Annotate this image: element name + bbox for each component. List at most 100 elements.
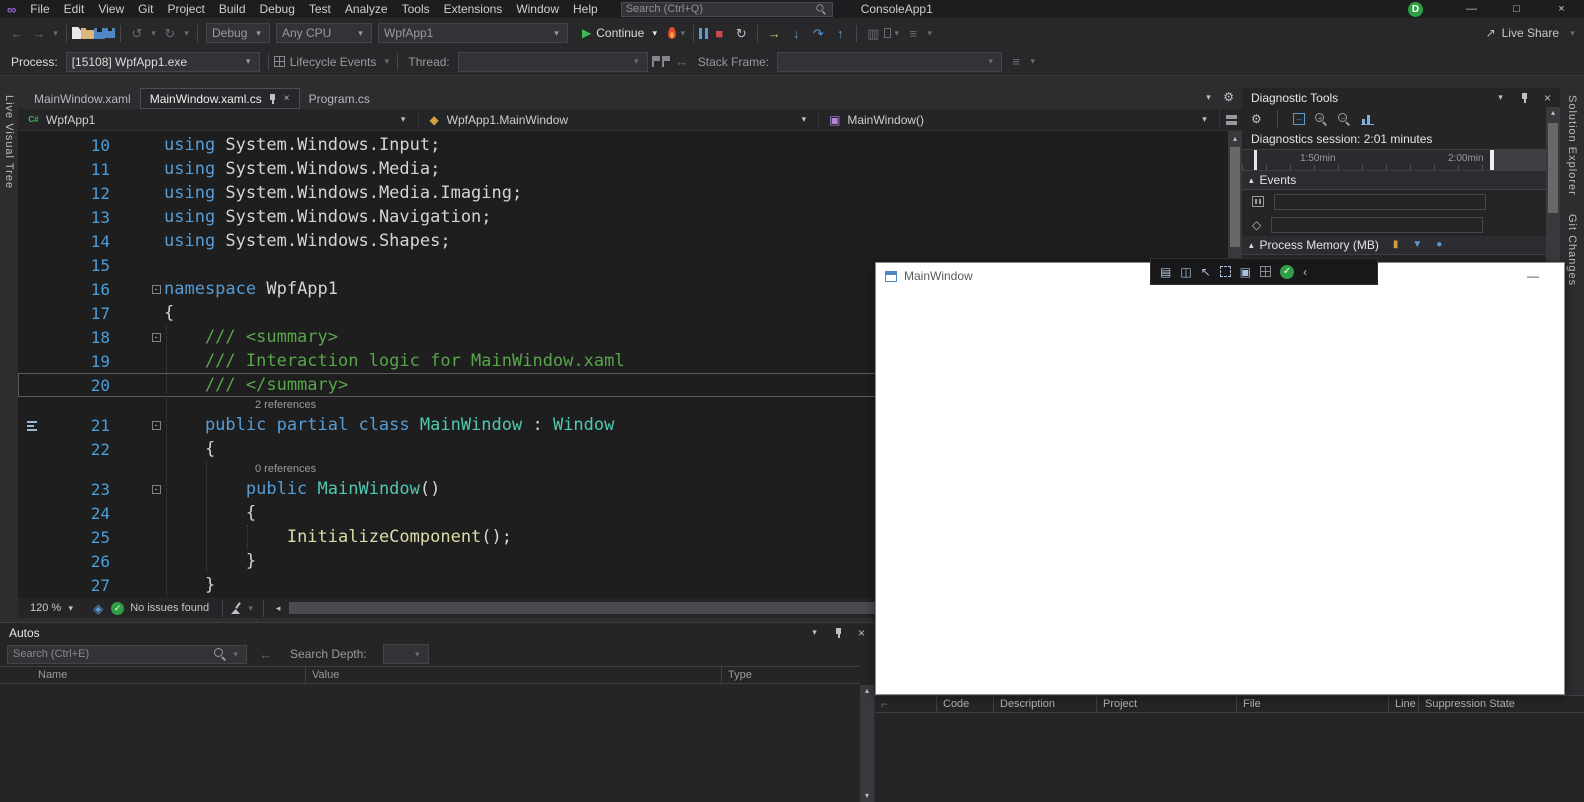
- navigate-dropdown-icon[interactable]: [50, 28, 61, 39]
- lifecycle-dropdown-icon[interactable]: [381, 56, 392, 67]
- menu-project[interactable]: Project: [160, 0, 211, 18]
- back-arrow-icon[interactable]: ←: [255, 643, 277, 665]
- bookmark-icon[interactable]: [884, 28, 892, 38]
- stack-frame-dropdown-icon[interactable]: [1027, 56, 1038, 67]
- quick-search[interactable]: Search (Ctrl+Q): [620, 1, 833, 17]
- open-file-icon[interactable]: [81, 27, 94, 39]
- autos-grid-body[interactable]: [0, 685, 860, 802]
- events-track[interactable]: [1274, 193, 1486, 210]
- layout-adorners-icon[interactable]: [1219, 266, 1231, 277]
- step-out-icon[interactable]: ↑: [829, 22, 851, 44]
- editor-info-icon[interactable]: ◈: [87, 597, 109, 619]
- account-avatar[interactable]: D: [1408, 1, 1423, 17]
- window-position-icon[interactable]: [809, 627, 820, 638]
- breakpoint-margin[interactable]: [18, 229, 46, 253]
- menu-view[interactable]: View: [91, 0, 131, 18]
- restart-icon[interactable]: ↻: [730, 22, 752, 44]
- live-visual-tree-icon[interactable]: ▤: [1160, 266, 1171, 278]
- autos-scrollbar[interactable]: ▴ ▾: [860, 685, 874, 802]
- undo-dropdown-icon[interactable]: [148, 28, 159, 39]
- lifecycle-events-label[interactable]: Lifecycle Events: [290, 55, 377, 69]
- solution-platform-combo[interactable]: Any CPU: [276, 23, 372, 43]
- export-icon[interactable]: [1292, 113, 1305, 125]
- step-into-icon[interactable]: ↓: [785, 22, 807, 44]
- menu-debug[interactable]: Debug: [253, 0, 302, 18]
- continue-dropdown-icon[interactable]: [649, 28, 660, 39]
- breakpoint-margin[interactable]: [18, 413, 46, 437]
- editor-options-gear-icon[interactable]: ⚙: [1223, 91, 1234, 103]
- menu-tools[interactable]: Tools: [395, 0, 437, 18]
- hot-reload-dropdown-icon[interactable]: [677, 28, 688, 39]
- show-next-statement-icon[interactable]: →: [763, 22, 785, 44]
- chart-icon[interactable]: [1360, 114, 1374, 125]
- hot-reload-icon[interactable]: [667, 26, 677, 40]
- tab-Program.cs[interactable]: Program.cs: [300, 88, 379, 109]
- toolbar-options-icon[interactable]: [1567, 28, 1578, 39]
- search-depth-combo[interactable]: [382, 644, 429, 664]
- autos-column-name[interactable]: Name: [0, 667, 306, 683]
- flag-threads-icon[interactable]: [651, 56, 661, 67]
- autos-titlebar[interactable]: Autos ×: [0, 623, 874, 642]
- pin-icon[interactable]: [1520, 92, 1530, 104]
- breakpoint-margin[interactable]: [18, 549, 46, 573]
- maximize-icon[interactable]: □: [1494, 0, 1539, 18]
- error-column-line[interactable]: Line: [1389, 696, 1419, 712]
- breakpoint-margin[interactable]: [18, 437, 46, 461]
- tab-MainWindow.xaml.cs[interactable]: MainWindow.xaml.cs ×: [139, 88, 300, 109]
- active-files-dropdown-icon[interactable]: [1203, 92, 1214, 103]
- timeline-ruler[interactable]: 1:50min 2:00min: [1242, 149, 1546, 171]
- redo-dropdown-icon[interactable]: [181, 28, 192, 39]
- breakpoint-margin[interactable]: [18, 597, 46, 598]
- scrollbar-thumb[interactable]: [1548, 123, 1558, 213]
- app-client-area[interactable]: [876, 289, 1564, 694]
- select-element-icon[interactable]: ↖: [1201, 266, 1211, 278]
- mainwindow-app[interactable]: MainWindow —: [875, 262, 1565, 695]
- breakpoint-margin[interactable]: [18, 157, 46, 181]
- continue-button[interactable]: ▶ Continue: [575, 22, 667, 44]
- lifecycle-events-icon[interactable]: [273, 56, 285, 67]
- error-column-project[interactable]: Project: [1097, 696, 1237, 712]
- breakpoint-margin[interactable]: [18, 133, 46, 157]
- settings-gear-icon[interactable]: ⚙: [1251, 113, 1262, 125]
- breakpoint-margin[interactable]: [18, 349, 46, 373]
- startup-project-combo[interactable]: WpfApp1: [378, 23, 568, 43]
- severity-column[interactable]: ⌐: [875, 696, 937, 712]
- autos-column-type[interactable]: Type: [722, 667, 860, 683]
- error-column-file[interactable]: File: [1237, 696, 1389, 712]
- save-all-icon[interactable]: [105, 28, 115, 38]
- task-list-icon[interactable]: ≡: [902, 22, 924, 44]
- break-all-icon[interactable]: [699, 27, 709, 39]
- filter-icon[interactable]: ▼: [1412, 240, 1422, 250]
- events-track[interactable]: [1271, 216, 1484, 233]
- breakpoint-margin[interactable]: [18, 573, 46, 597]
- tool-tab-live-visual-tree[interactable]: Live Visual Tree: [3, 95, 15, 189]
- tool-tab-solution-explorer[interactable]: Solution Explorer: [1566, 95, 1578, 196]
- breakpoint-margin[interactable]: [18, 325, 46, 349]
- scroll-up-icon[interactable]: ▴: [865, 687, 869, 695]
- pin-icon[interactable]: [834, 627, 844, 639]
- error-list-body[interactable]: [875, 713, 1584, 802]
- stop-debugging-icon[interactable]: ■: [708, 22, 730, 44]
- stack-frame-combo[interactable]: [777, 51, 1003, 72]
- close-icon[interactable]: ×: [1539, 0, 1584, 18]
- error-column-description[interactable]: Description: [994, 696, 1097, 712]
- breakpoint-margin[interactable]: [18, 181, 46, 205]
- collapse-icon[interactable]: ‹: [1303, 266, 1307, 278]
- tool-tab-git-changes[interactable]: Git Changes: [1566, 214, 1578, 286]
- diagnostics-titlebar[interactable]: Diagnostic Tools ×: [1242, 88, 1560, 107]
- navigate-forward-icon[interactable]: →: [28, 22, 50, 44]
- track-focus-icon[interactable]: ▣: [1240, 266, 1251, 278]
- minimize-icon[interactable]: —: [1449, 0, 1494, 18]
- thread-combo[interactable]: [457, 51, 648, 72]
- window-position-icon[interactable]: [1495, 92, 1506, 103]
- memory-section-header[interactable]: ▴ Process Memory (MB) ▮ ▼ ●: [1242, 236, 1546, 255]
- close-icon[interactable]: ×: [1544, 92, 1551, 104]
- menu-extensions[interactable]: Extensions: [437, 0, 510, 18]
- menu-analyze[interactable]: Analyze: [338, 0, 395, 18]
- section-expander-icon[interactable]: ▴: [1249, 175, 1254, 185]
- breadcrumb-dropdown-1[interactable]: ◆ WpfApp1.MainWindow: [419, 109, 820, 130]
- pin-icon[interactable]: [268, 93, 278, 105]
- scroll-down-icon[interactable]: ▾: [865, 792, 869, 800]
- fold-collapse-icon[interactable]: -: [151, 484, 161, 494]
- menu-git[interactable]: Git: [131, 0, 160, 18]
